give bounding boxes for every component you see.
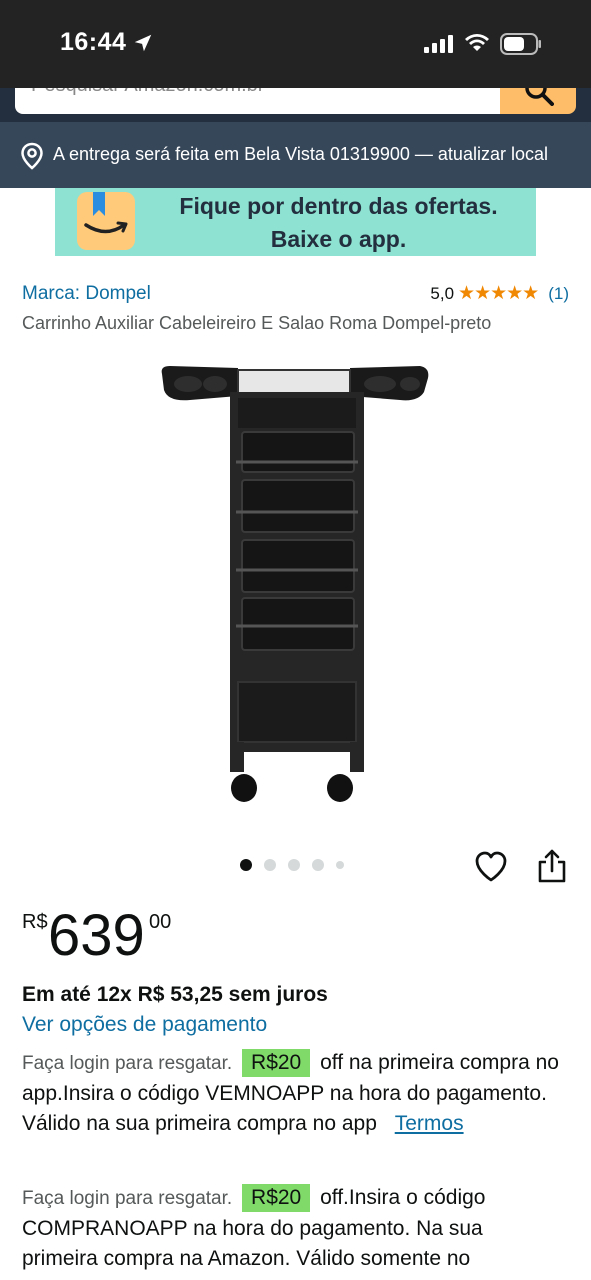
rating-count: (1) (548, 283, 569, 303)
price-cents: 00 (149, 911, 172, 933)
carousel-dot[interactable] (240, 859, 252, 871)
brand-link[interactable]: Marca: Dompel (22, 283, 151, 305)
product-title: Carrinho Auxiliar Cabeleireiro E Salao R… (22, 313, 492, 333)
price-whole: 639 (48, 903, 145, 968)
terms-link[interactable]: Termos (395, 1112, 464, 1135)
carousel-dot[interactable] (312, 859, 324, 871)
cellular-signal-icon (424, 35, 453, 53)
banner-text: Fique por dentro das ofertas. Baixe o ap… (179, 193, 498, 252)
star-rating-icon: ★★★★★ (458, 283, 539, 304)
image-carousel-dots[interactable] (240, 859, 344, 871)
delivery-text: A entrega será feita em Bela Vista 01319… (53, 144, 548, 164)
coupon-badge: R$20 (242, 1184, 311, 1212)
delivery-location-bar[interactable]: A entrega será feita em Bela Vista 01319… (0, 122, 591, 188)
price-currency: R$ (22, 911, 48, 933)
payment-options-link[interactable]: Ver opções de pagamento (22, 1013, 267, 1037)
search-icon (525, 88, 554, 106)
location-arrow-icon (134, 34, 152, 52)
rating-summary[interactable]: 5,0 ★★★★★ (1) (430, 282, 569, 305)
search-input[interactable]: Pesquisar Amazon.com.br (15, 88, 500, 114)
clock: 16:44 (60, 28, 127, 56)
coupon-badge: R$20 (242, 1049, 311, 1077)
login-to-redeem-link[interactable]: Faça login para resgatar. (22, 1188, 232, 1209)
amazon-app-icon (77, 192, 135, 250)
search-bar: Pesquisar Amazon.com.br (0, 88, 591, 122)
share-icon[interactable] (537, 848, 567, 884)
coupon-offer: Faça login para resgatar. R$20 off.Insir… (22, 1183, 562, 1274)
installments-text: Em até 12x R$ 53,25 sem juros (22, 983, 328, 1006)
carousel-dot[interactable] (264, 859, 276, 871)
search-placeholder: Pesquisar Amazon.com.br (31, 88, 264, 97)
coupon-offer: Faça login para resgatar. R$20 off na pr… (22, 1048, 562, 1139)
status-bar: 16:44 (0, 0, 591, 88)
rating-value: 5,0 (430, 283, 455, 303)
carousel-dot[interactable] (336, 861, 344, 869)
heart-icon[interactable] (474, 851, 508, 883)
search-button[interactable] (500, 88, 576, 114)
salon-trolley-image[interactable] (160, 362, 432, 807)
battery-icon (500, 33, 541, 55)
location-pin-icon (21, 142, 43, 170)
carousel-dot[interactable] (288, 859, 300, 871)
wifi-icon (465, 34, 489, 51)
app-download-banner[interactable]: Fique por dentro das ofertas. Baixe o ap… (55, 188, 536, 256)
login-to-redeem-link[interactable]: Faça login para resgatar. (22, 1053, 232, 1074)
